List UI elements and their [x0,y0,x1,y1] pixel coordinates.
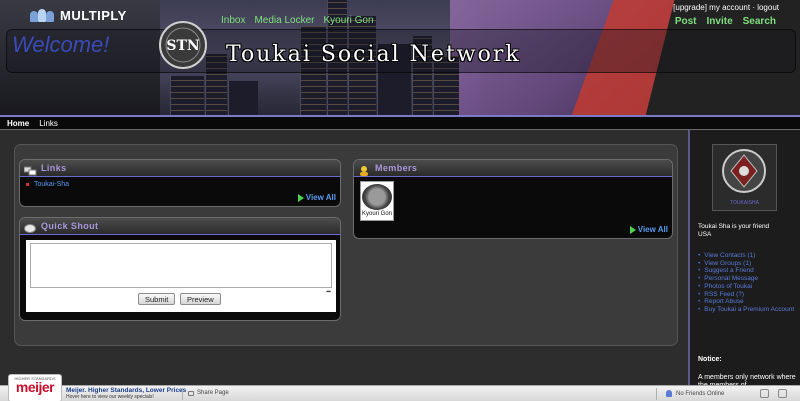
main-content: Links Toukai-Sha View All Members Kyouri… [0,130,688,401]
links-box-header: Links [20,160,340,177]
network-icon[interactable] [760,389,769,398]
toolbar-divider [656,388,657,400]
stn-emblem-icon: STN [159,21,207,69]
links-icon [23,163,37,176]
speech-bubble-icon [24,221,37,233]
members-box-title: Members [375,163,418,173]
people-icon [30,9,54,22]
skyline-building [228,81,258,116]
links-box: Links Toukai-Sha View All [19,159,341,207]
meijer-ad-badge[interactable]: HIGHER STANDARDS meijer [8,374,62,401]
pin-icon[interactable] [778,389,787,398]
shout-textarea[interactable] [30,243,332,288]
welcome-heading: Welcome! [12,32,110,57]
link-item-label[interactable]: Toukai-Sha [34,181,69,188]
site-header: MULTIPLY Welcome! Inbox Media Locker Kyo… [0,0,800,116]
report-abuse-link[interactable]: Report Abuse [698,298,800,306]
tab-home[interactable]: Home [7,119,29,128]
profile-emblem-icon [722,149,766,193]
quick-shout-box: Quick Shout ▪▪▪▪▪ Submit Preview [19,217,341,321]
bullet-icon [26,182,29,186]
nav-inbox[interactable]: Inbox [221,15,245,26]
share-page-button[interactable]: Share Page [188,390,229,396]
links-view-all-label[interactable]: View All [306,193,336,202]
arrow-right-icon [297,193,304,202]
multiply-logo-text: MULTIPLY [60,8,127,23]
emblem-letters: STN [166,38,200,54]
ad-title[interactable]: Meijer. Higher Standards, Lower Prices [66,387,186,394]
right-sidebar: TOUKAISHA Toukai Sha is your friend USA … [688,130,800,401]
ad-subtitle[interactable]: Hover here to view our weekly specials! [66,394,154,400]
link-item[interactable]: Toukai-Sha [26,181,69,188]
share-icon [188,390,194,396]
content-frame: Links Toukai-Sha View All Members Kyouri… [14,144,678,346]
view-contacts-link[interactable]: View Contacts (1) [698,252,800,260]
rss-feed-link[interactable]: RSS Feed (?) [698,291,800,299]
profile-photo-label: TOUKAISHA [730,200,759,206]
notice-heading: Notice: [698,356,722,363]
profile-actions: View Contacts (1) View Groups (1) Sugges… [698,252,800,314]
members-view-all-label[interactable]: View All [638,225,668,234]
multiply-logo[interactable]: MULTIPLY [30,8,127,23]
tab-bar: Home Links [0,117,800,129]
toolbar-divider [182,388,183,400]
meijer-logo: meijer [15,379,55,395]
friends-online-status[interactable]: No Friends Online [666,390,724,397]
members-box-header: Members [354,160,672,177]
quick-shout-title: Quick Shout [41,221,99,231]
person-icon [666,390,672,397]
arrow-right-icon [629,225,636,234]
suggest-friend-link[interactable]: Suggest a Friend [698,267,800,275]
skyline-building [170,76,204,116]
bottom-toolbar: HIGHER STANDARDS meijer Meijer. Higher S… [0,374,800,401]
shout-form: ▪▪▪▪▪ Submit Preview [26,240,336,312]
friends-online-label: No Friends Online [676,390,725,397]
tab-links[interactable]: Links [39,119,58,128]
action-nav: Post Invite Search [675,16,776,27]
page: MULTIPLY Welcome! Inbox Media Locker Kyo… [0,0,800,401]
post-link[interactable]: Post [675,16,697,27]
member-name[interactable]: Kyouri Gon [361,211,393,217]
view-groups-link[interactable]: View Groups (1) [698,260,800,268]
members-box: Members Kyouri Gon View All [353,159,673,239]
preview-button[interactable]: Preview [180,293,221,305]
profile-photo[interactable]: TOUKAISHA [712,144,777,211]
nav-media-locker[interactable]: Media Locker [254,15,314,26]
search-link[interactable]: Search [743,16,776,27]
member-avatar[interactable] [362,184,392,210]
links-box-title: Links [41,163,67,173]
friend-status-text: Toukai Sha is your friend [698,223,770,230]
account-links[interactable]: [upgrade] my account · logout [673,3,779,12]
friend-status: Toukai Sha is your friend USA [698,223,798,239]
top-nav: Inbox Media Locker Kyouri Gon [221,15,374,26]
resize-grip-icon[interactable]: ▪▪▪▪▪ [326,289,331,295]
member-icon [358,163,371,176]
site-title: Toukai Social Network [226,42,521,67]
invite-link[interactable]: Invite [707,16,733,27]
submit-button[interactable]: Submit [138,293,176,305]
personal-message-link[interactable]: Personal Message [698,275,800,283]
nav-profile[interactable]: Kyouri Gon [324,15,374,26]
buy-premium-link[interactable]: Buy Toukai a Premium Account [698,306,800,314]
photos-link[interactable]: Photos of Toukai [698,283,800,291]
friend-country: USA [698,231,712,238]
quick-shout-header: Quick Shout [20,218,340,235]
links-view-all[interactable]: View All [297,193,336,202]
share-page-label: Share Page [197,390,229,396]
members-view-all[interactable]: View All [629,225,668,234]
member-card[interactable]: Kyouri Gon [360,181,394,221]
